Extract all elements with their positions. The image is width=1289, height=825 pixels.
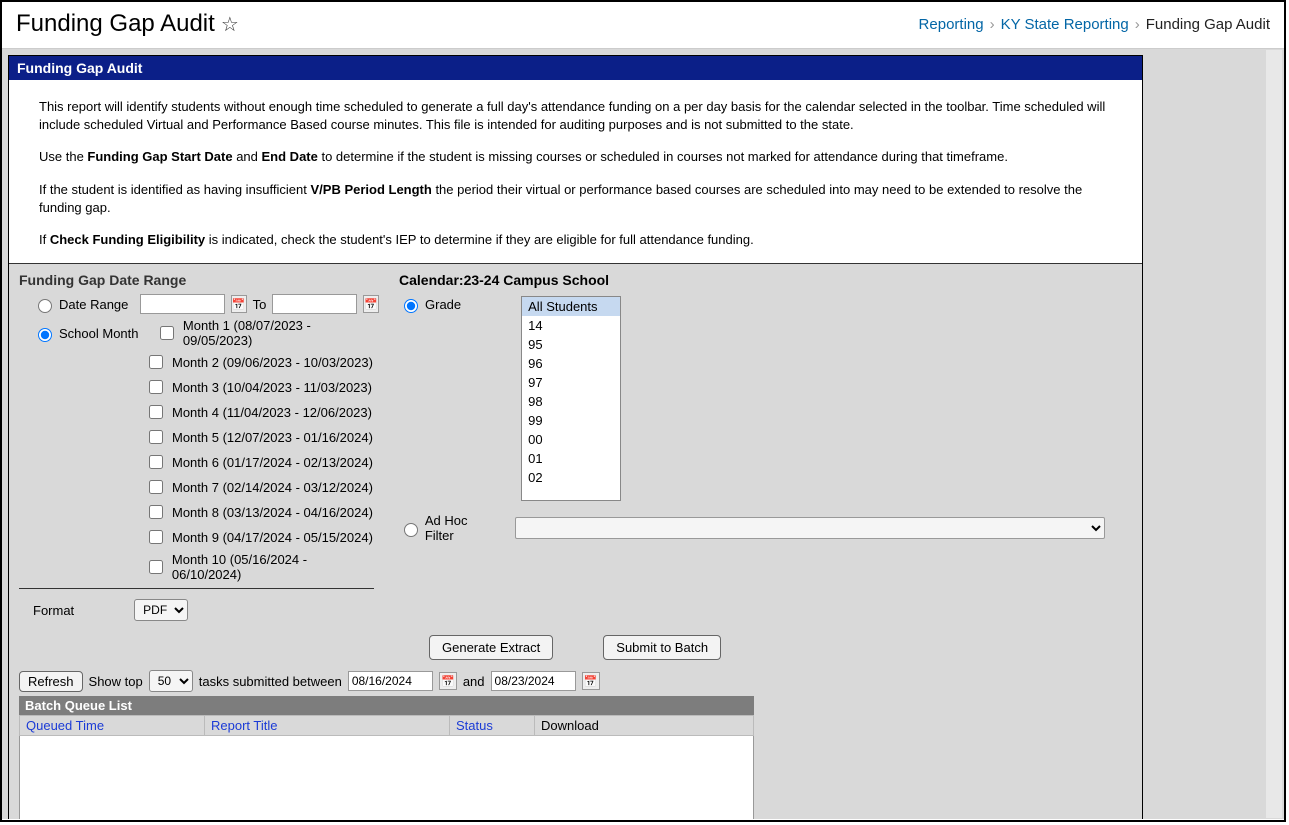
grade-option[interactable]: 96 — [522, 354, 620, 373]
batch-queue-title: Batch Queue List — [19, 696, 754, 715]
batch-start-date[interactable] — [348, 671, 433, 691]
tasks-between-label: tasks submitted between — [199, 674, 342, 689]
generate-extract-button[interactable]: Generate Extract — [429, 635, 553, 660]
intro-p1: This report will identify students witho… — [39, 98, 1112, 134]
start-date-input[interactable] — [140, 294, 225, 314]
date-range-section-title: Funding Gap Date Range — [19, 272, 379, 288]
format-label: Format — [33, 603, 74, 618]
month-checkbox[interactable] — [149, 355, 163, 369]
month-checkbox[interactable] — [149, 530, 163, 544]
grade-radio[interactable] — [404, 299, 418, 313]
grade-listbox[interactable]: All Students149596979899000102 — [521, 296, 621, 501]
grade-option[interactable]: 99 — [522, 411, 620, 430]
month-label: Month 4 (11/04/2023 - 12/06/2023) — [172, 405, 372, 420]
grade-option[interactable]: 97 — [522, 373, 620, 392]
calendar-title: Calendar:23-24 Campus School — [399, 272, 1132, 288]
grade-option[interactable]: All Students — [522, 297, 620, 316]
col-status[interactable]: Status — [456, 718, 493, 733]
refresh-button[interactable]: Refresh — [19, 671, 83, 692]
month-label: Month 9 (04/17/2024 - 05/15/2024) — [172, 530, 373, 545]
to-label: To — [253, 297, 267, 312]
breadcrumb: Reporting › KY State Reporting › Funding… — [919, 16, 1270, 33]
batch-end-date[interactable] — [491, 671, 576, 691]
grade-option[interactable]: 00 — [522, 430, 620, 449]
breadcrumb-current: Funding Gap Audit — [1146, 16, 1270, 33]
grade-option[interactable]: 02 — [522, 468, 620, 487]
favorite-star-icon[interactable]: ☆ — [221, 12, 239, 37]
col-queued-time[interactable]: Queued Time — [26, 718, 104, 733]
chevron-right-icon: › — [990, 16, 995, 33]
breadcrumb-reporting[interactable]: Reporting — [919, 16, 984, 33]
end-date-input[interactable] — [272, 294, 357, 314]
page-title-text: Funding Gap Audit — [16, 10, 215, 38]
grade-option[interactable]: 95 — [522, 335, 620, 354]
breadcrumb-ky-state[interactable]: KY State Reporting — [1001, 16, 1129, 33]
grade-option[interactable]: 98 — [522, 392, 620, 411]
school-month-radio[interactable] — [38, 328, 52, 342]
month-label: Month 2 (09/06/2023 - 10/03/2023) — [172, 355, 373, 370]
batch-queue-body — [19, 736, 754, 819]
vertical-scrollbar[interactable] — [1266, 50, 1282, 818]
chevron-right-icon: › — [1135, 16, 1140, 33]
grade-option[interactable]: 01 — [522, 449, 620, 468]
and-label: and — [463, 674, 485, 689]
intro-p3: If the student is identified as having i… — [39, 181, 1112, 217]
month-checkbox[interactable] — [160, 326, 174, 340]
col-report-title[interactable]: Report Title — [211, 718, 277, 733]
month-label: Month 8 (03/13/2024 - 04/16/2024) — [172, 505, 373, 520]
format-select[interactable]: PDF — [134, 599, 188, 621]
month-checkbox[interactable] — [149, 480, 163, 494]
month-label: Month 7 (02/14/2024 - 03/12/2024) — [172, 480, 373, 495]
submit-to-batch-button[interactable]: Submit to Batch — [603, 635, 721, 660]
adhoc-radio-label[interactable]: Ad Hoc Filter — [399, 513, 499, 543]
batch-queue-table: Queued Time Report Title Status Download — [19, 715, 754, 736]
school-month-radio-label[interactable]: School Month — [33, 325, 150, 342]
date-range-radio[interactable] — [38, 299, 52, 313]
show-top-select[interactable]: 50 — [149, 670, 193, 692]
show-top-label: Show top — [89, 674, 143, 689]
grade-radio-label[interactable]: Grade — [399, 296, 461, 313]
calendar-icon[interactable]: 📅 — [439, 672, 457, 690]
adhoc-radio[interactable] — [404, 523, 418, 537]
divider — [19, 588, 374, 589]
date-range-radio-label[interactable]: Date Range — [33, 296, 134, 313]
calendar-icon[interactable]: 📅 — [231, 295, 247, 313]
month-label: Month 1 (08/07/2023 - 09/05/2023) — [183, 318, 379, 348]
month-label: Month 5 (12/07/2023 - 01/16/2024) — [172, 430, 373, 445]
adhoc-filter-select[interactable] — [515, 517, 1105, 539]
intro-p4: If Check Funding Eligibility is indicate… — [39, 231, 1112, 249]
col-download: Download — [535, 716, 754, 736]
intro-p2: Use the Funding Gap Start Date and End D… — [39, 148, 1112, 166]
page-title: Funding Gap Audit ☆ — [16, 10, 239, 38]
calendar-icon[interactable]: 📅 — [363, 295, 379, 313]
month-checkbox[interactable] — [149, 380, 163, 394]
month-checkbox[interactable] — [149, 505, 163, 519]
calendar-icon[interactable]: 📅 — [582, 672, 600, 690]
month-checkbox[interactable] — [149, 405, 163, 419]
month-label: Month 10 (05/16/2024 - 06/10/2024) — [172, 552, 379, 582]
intro-text: This report will identify students witho… — [9, 80, 1142, 264]
panel-title: Funding Gap Audit — [9, 56, 1142, 80]
month-checkbox[interactable] — [149, 560, 163, 574]
month-checkbox[interactable] — [149, 430, 163, 444]
month-label: Month 3 (10/04/2023 - 11/03/2023) — [172, 380, 372, 395]
month-checkbox[interactable] — [149, 455, 163, 469]
month-label: Month 6 (01/17/2024 - 02/13/2024) — [172, 455, 373, 470]
grade-option[interactable]: 14 — [522, 316, 620, 335]
